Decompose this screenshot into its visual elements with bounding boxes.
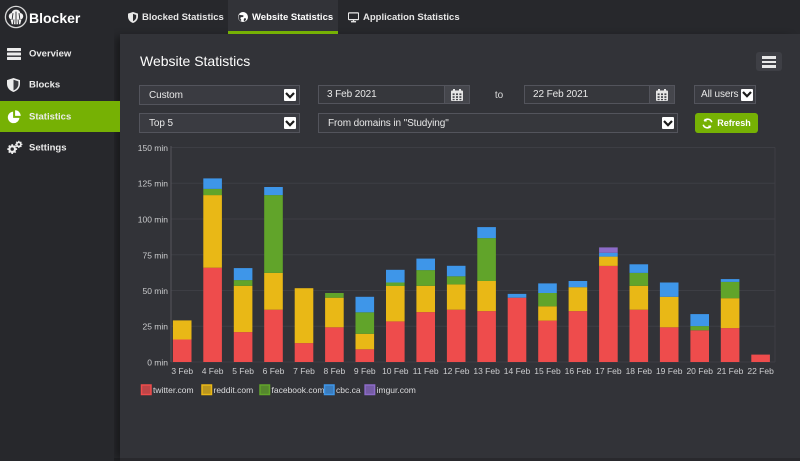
- svg-text:6 Feb: 6 Feb: [263, 366, 285, 376]
- svg-text:14 Feb: 14 Feb: [504, 366, 531, 376]
- svg-text:10 Feb: 10 Feb: [382, 366, 409, 376]
- svg-text:0 min: 0 min: [147, 358, 168, 368]
- svg-text:19 Feb: 19 Feb: [656, 366, 683, 376]
- svg-text:reddit.com: reddit.com: [214, 385, 254, 395]
- svg-text:21 Feb: 21 Feb: [717, 366, 744, 376]
- svg-text:12 Feb: 12 Feb: [443, 366, 470, 376]
- svg-text:cbc.ca: cbc.ca: [336, 385, 361, 395]
- svg-text:125 min: 125 min: [138, 179, 169, 189]
- svg-text:4 Feb: 4 Feb: [202, 366, 224, 376]
- svg-text:25 min: 25 min: [142, 322, 168, 332]
- svg-text:facebook.com: facebook.com: [272, 385, 325, 395]
- svg-text:16 Feb: 16 Feb: [565, 366, 592, 376]
- svg-text:7 Feb: 7 Feb: [293, 366, 315, 376]
- svg-text:150 min: 150 min: [138, 143, 169, 153]
- svg-text:100 min: 100 min: [138, 215, 169, 225]
- svg-text:50 min: 50 min: [142, 286, 168, 296]
- svg-text:17 Feb: 17 Feb: [595, 366, 622, 376]
- svg-text:20 Feb: 20 Feb: [686, 366, 713, 376]
- svg-text:75 min: 75 min: [142, 250, 168, 260]
- svg-text:5 Feb: 5 Feb: [232, 366, 254, 376]
- svg-text:3 Feb: 3 Feb: [171, 366, 193, 376]
- svg-text:13 Feb: 13 Feb: [473, 366, 500, 376]
- svg-text:18 Feb: 18 Feb: [626, 366, 653, 376]
- svg-text:22 Feb: 22 Feb: [747, 366, 774, 376]
- svg-text:11 Feb: 11 Feb: [413, 366, 439, 376]
- svg-text:twitter.com: twitter.com: [153, 385, 194, 395]
- svg-text:imgur.com: imgur.com: [377, 385, 416, 395]
- svg-text:9 Feb: 9 Feb: [354, 366, 376, 376]
- svg-text:8 Feb: 8 Feb: [324, 366, 346, 376]
- svg-text:15 Feb: 15 Feb: [534, 366, 561, 376]
